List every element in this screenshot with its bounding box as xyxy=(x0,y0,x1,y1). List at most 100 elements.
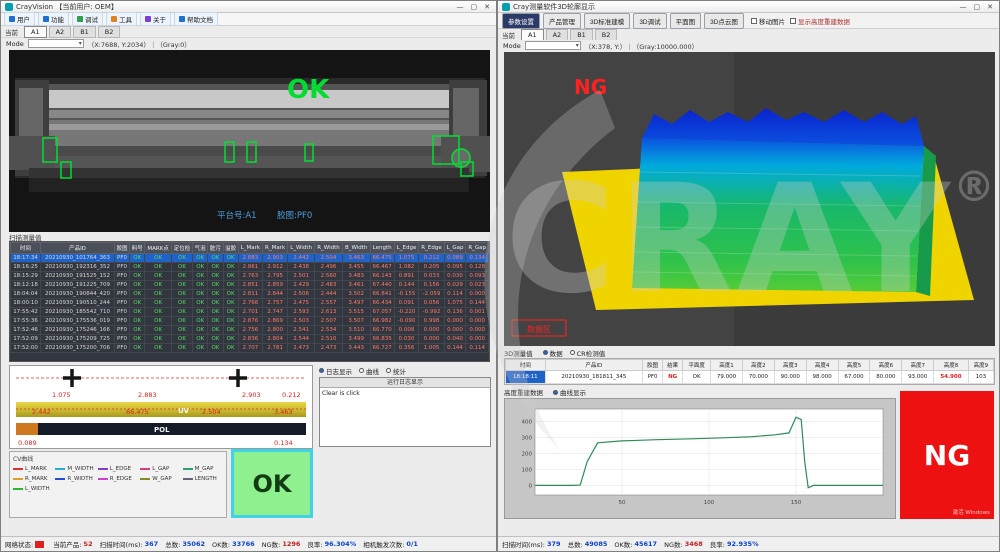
mode-select[interactable]: ▾ xyxy=(28,39,84,48)
toolbar-checkbox[interactable]: 移动图片 xyxy=(751,16,785,26)
platform-tab[interactable]: A2 xyxy=(49,26,72,38)
table-row[interactable]: 17:52:0020210930_175200_706PF0OKOKOKOKOK… xyxy=(11,344,489,353)
result-text: OK xyxy=(253,470,292,498)
curve-legend: CV曲线 L_MARK M_WIDTH L_EDGE xyxy=(9,451,227,518)
column-header: R_Edge xyxy=(419,243,444,254)
legend-item[interactable]: R_MARK xyxy=(13,476,53,482)
uv-label: UV xyxy=(178,407,190,415)
svg-text:50: 50 xyxy=(619,500,626,506)
height-chart: 010020030040050100150 xyxy=(504,398,896,519)
mode-select[interactable]: ▾ xyxy=(525,41,581,50)
legend-swatch xyxy=(140,478,150,480)
menu-debug[interactable]: 调试 xyxy=(72,12,103,26)
toolbar-button[interactable]: 3D调试 xyxy=(633,13,666,29)
log-panel: 日志显示 曲线 统计 运行日志显示 Clear is click xyxy=(319,365,491,449)
menu-tools[interactable]: 工具 xyxy=(106,12,137,26)
close-button[interactable]: ✕ xyxy=(987,3,993,11)
camera-image: OK 平台号:A1 胶图:PF0 xyxy=(9,50,490,232)
column-header: 平面度 xyxy=(683,360,711,371)
table-row[interactable]: 18:00:1020210930_190510_244PF0OKOKOKOKOK… xyxy=(11,299,489,308)
svg-text:1.075: 1.075 xyxy=(52,391,71,399)
log-content[interactable]: Clear is click xyxy=(320,388,490,399)
legend-item[interactable]: R_EDGE xyxy=(98,476,138,482)
result-indicator-3d: NG 激活 Windows xyxy=(900,391,994,519)
legend-swatch xyxy=(13,488,23,490)
platform-tab[interactable]: B2 xyxy=(595,29,618,41)
platform-tab[interactable]: B1 xyxy=(73,26,96,38)
menu-function[interactable]: 功能 xyxy=(38,12,69,26)
legend-item[interactable]: L_EDGE xyxy=(98,466,138,472)
platform-tab[interactable]: A1 xyxy=(24,26,47,38)
toolbar-button[interactable]: 平面图 xyxy=(670,13,702,29)
radio-icon xyxy=(543,350,548,355)
table-row[interactable]: 17:55:4220210930_185542_710PF0OKOKOKOKOK… xyxy=(11,308,489,317)
legend-swatch xyxy=(183,468,193,470)
platform-tab[interactable]: B1 xyxy=(570,29,593,41)
table-row[interactable]: 18:17:3420210930_101764_363PF0OKOKOKOKOK… xyxy=(11,254,489,263)
menu-about[interactable]: 关于 xyxy=(140,12,171,26)
3d-view[interactable]: NG 数据区 xyxy=(504,52,995,346)
minimize-button[interactable]: — xyxy=(960,3,967,11)
table-row[interactable]: 17:55:3620210930_175536_019PF0OKOKOKOKOK… xyxy=(11,317,489,326)
legend-item[interactable]: L_WIDTH xyxy=(13,486,53,492)
column-header: 胶图 xyxy=(643,360,663,371)
toolbar-checkbox[interactable]: 显示高度重建数据 xyxy=(790,16,850,26)
tabs-current-label: 当前 xyxy=(502,30,515,40)
toolbar-button[interactable]: 3D点云图 xyxy=(704,13,744,29)
legend-item[interactable]: M_GAP xyxy=(183,466,223,472)
table-row[interactable]: 18:16:2520210930_192316_352PF0OKOKOKOKOK… xyxy=(11,263,489,272)
table-row[interactable]: 17:52:0920210930_175209_725PF0OKOKOKOKOK… xyxy=(11,335,489,344)
legend-item[interactable]: L_MARK xyxy=(13,466,53,472)
toolbar-button[interactable]: 3D标准建模 xyxy=(584,13,630,29)
status-item: 网络状态: xyxy=(5,539,46,549)
radio-option[interactable]: 统计 xyxy=(386,366,406,376)
table-row[interactable]: 18:15:2920210930_191525_152PF0OKOKOKOKOK… xyxy=(11,272,489,281)
toolbar-button[interactable]: 参数设置 xyxy=(502,13,540,29)
platform-tab[interactable]: A2 xyxy=(546,29,569,41)
svg-text:66.475: 66.475 xyxy=(126,408,149,416)
table-row[interactable]: 18:18:1120210930_181811_345PF0NGOK79.000… xyxy=(506,371,994,384)
table-row[interactable]: 18:12:1820210930_191225_709PF0OKOKOKOKOK… xyxy=(11,281,489,290)
result-text: NG xyxy=(924,439,970,472)
table-row[interactable]: 18:04:0420210930_190844_420PF0OKOKOKOKOK… xyxy=(11,290,489,299)
fiducial-mark xyxy=(63,369,247,387)
legend-item[interactable]: LENGTH xyxy=(183,476,223,482)
legend-item[interactable]: R_WIDTH xyxy=(55,476,95,482)
radio-option[interactable]: 曲线 xyxy=(359,366,379,376)
maximize-button[interactable]: ▢ xyxy=(974,3,981,11)
column-header: 高度9 xyxy=(968,360,993,371)
chevron-down-icon: ▾ xyxy=(576,42,579,49)
mode-label: Mode xyxy=(503,42,521,50)
legend-item[interactable]: L_GAP xyxy=(140,466,180,472)
measurement-diagram: 1.075 2.883 2.903 0.212 UV 2.442 66.475 … xyxy=(9,365,313,449)
checkbox-icon xyxy=(790,18,796,24)
minimize-button[interactable]: — xyxy=(457,3,464,11)
platform-tab[interactable]: B2 xyxy=(98,26,121,38)
function-icon xyxy=(43,16,49,22)
status-item: 总数: 49085 xyxy=(568,539,608,549)
menu-help[interactable]: 帮助文档 xyxy=(174,12,218,26)
mode-label: Mode xyxy=(6,40,24,48)
legend-item[interactable]: W_GAP xyxy=(140,476,180,482)
table-row[interactable]: 17:52:4620210930_175246_166PF0OKOKOKOKOK… xyxy=(11,326,489,335)
pol-label: POL xyxy=(154,426,170,434)
curve-display-radio[interactable]: 曲线显示 xyxy=(553,387,586,397)
radio-option[interactable]: CR检测值 xyxy=(570,348,606,358)
legend-swatch xyxy=(55,468,65,470)
maximize-button[interactable]: ▢ xyxy=(471,3,478,11)
close-button[interactable]: ✕ xyxy=(484,3,490,11)
radio-option[interactable]: 日志显示 xyxy=(319,366,352,376)
column-header: L_Gap xyxy=(444,243,466,254)
platform-tab[interactable]: A1 xyxy=(521,29,544,41)
column-header: R_Gap xyxy=(466,243,489,254)
menu-user[interactable]: 用户 xyxy=(4,12,35,26)
column-header: 胶图 xyxy=(114,243,129,254)
camera-view[interactable]: OK 平台号:A1 胶图:PF0 xyxy=(9,50,490,232)
coordinates-readout: （X:7688, Y:2034）｜（Gray:0） xyxy=(88,39,191,49)
ng-overlay: NG xyxy=(574,75,607,99)
legend-item[interactable]: M_WIDTH xyxy=(55,466,95,472)
column-header: 高度6 xyxy=(870,360,902,371)
toolbar-button[interactable]: 产品管理 xyxy=(543,13,581,29)
radio-icon xyxy=(553,390,558,395)
radio-option[interactable]: 数据 xyxy=(543,348,563,358)
